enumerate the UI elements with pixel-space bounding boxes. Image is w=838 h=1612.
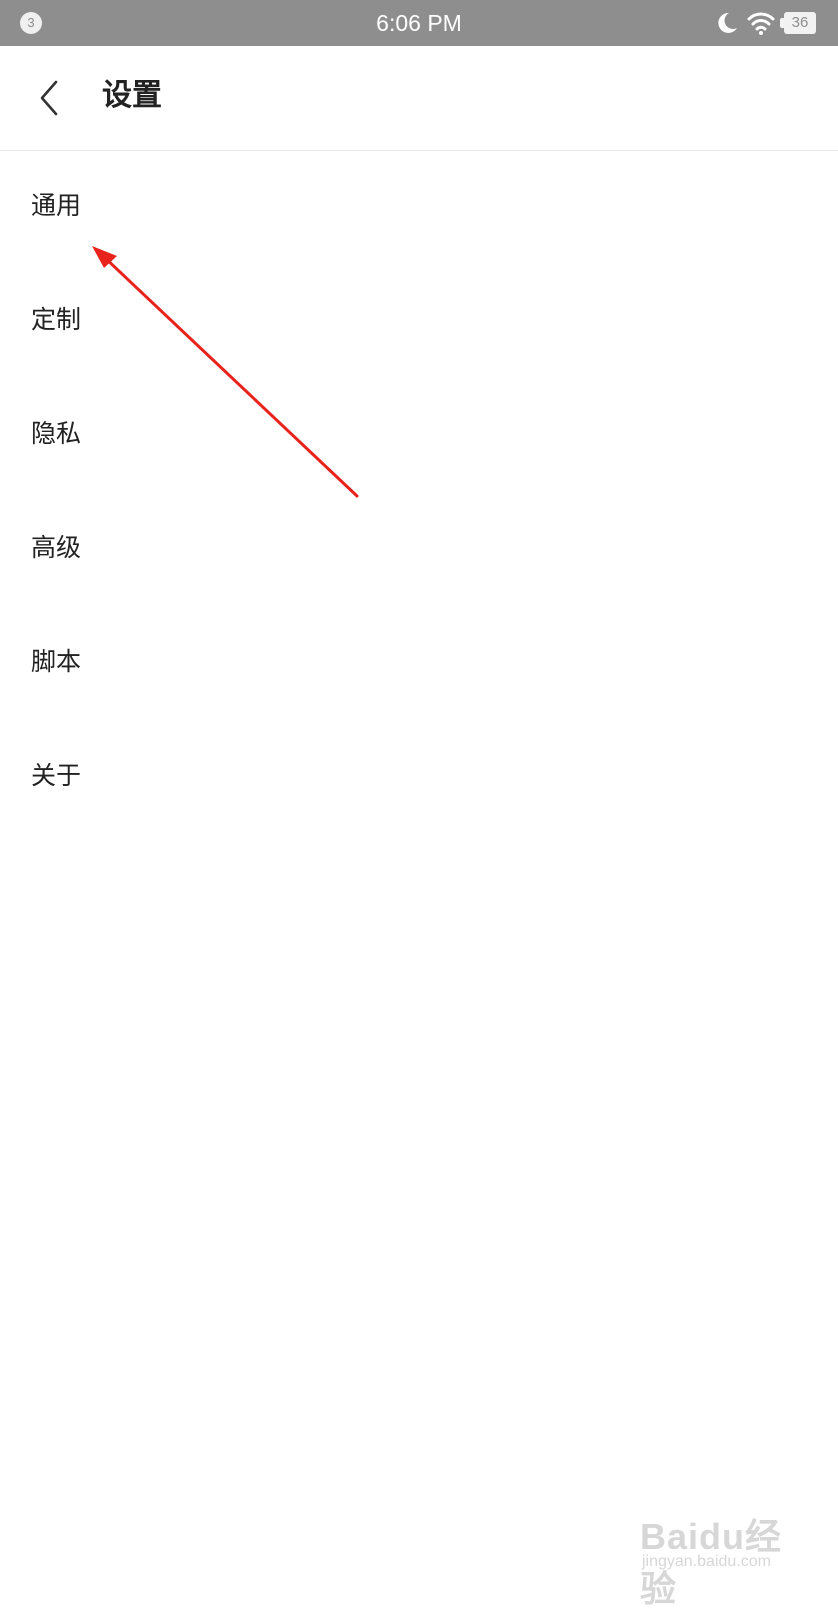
- menu-item-about[interactable]: 关于: [0, 721, 838, 835]
- back-button[interactable]: [30, 70, 74, 126]
- watermark-url: jingyan.baidu.com: [642, 1553, 771, 1570]
- chevron-left-icon: [40, 80, 58, 116]
- menu-item-label: 脚本: [31, 647, 82, 676]
- moon-icon: [718, 12, 737, 33]
- menu-item-label: 隐私: [31, 419, 82, 448]
- battery-indicator: 36: [780, 12, 818, 34]
- menu-item-privacy[interactable]: 隐私: [0, 379, 838, 493]
- menu-item-label: 高级: [31, 533, 82, 562]
- menu-item-scripts[interactable]: 脚本: [0, 607, 838, 721]
- menu-item-label: 定制: [31, 305, 82, 334]
- battery-level: 36: [784, 12, 816, 34]
- settings-menu: 通用 定制 隐私 高级 脚本 关于: [0, 151, 838, 835]
- menu-item-label: 关于: [31, 761, 82, 790]
- status-time: 6:06 PM: [376, 10, 462, 36]
- status-bar: 3 6:06 PM 36: [0, 0, 838, 46]
- watermark: Baidu经验 jingyan.baidu.com: [640, 1508, 810, 1609]
- app-header: 设置: [0, 46, 838, 151]
- menu-item-advanced[interactable]: 高级: [0, 493, 838, 607]
- page-title: 设置: [102, 78, 162, 113]
- menu-item-label: 通用: [31, 191, 82, 220]
- menu-item-general[interactable]: 通用: [0, 151, 838, 265]
- wifi-icon: [747, 12, 775, 35]
- menu-item-customize[interactable]: 定制: [0, 265, 838, 379]
